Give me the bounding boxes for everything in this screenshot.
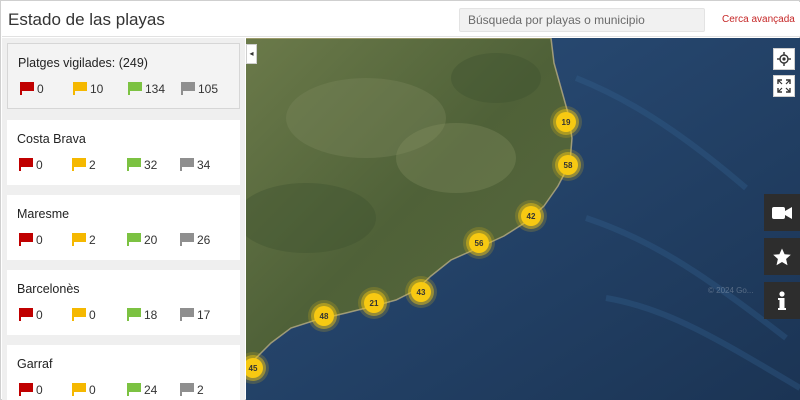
- satellite-map[interactable]: ◂ 19 58 42 56 43 21 48 45 © 2024 Go...: [246, 38, 800, 400]
- beach-cluster-marker[interactable]: 56: [469, 233, 489, 253]
- red-flag-icon: [19, 233, 33, 246]
- beach-cluster-marker[interactable]: 19: [556, 112, 576, 132]
- green-flag-count: 134: [145, 82, 166, 96]
- region-stats: 0 2 32 34: [17, 158, 237, 172]
- green-flag-count: 18: [144, 308, 158, 322]
- yellow-flag-icon: [72, 383, 86, 396]
- video-camera-icon: [772, 206, 792, 219]
- green-flag-count: 20: [144, 233, 158, 247]
- yellow-flag-icon: [72, 308, 86, 321]
- red-flag-count: 0: [36, 233, 43, 247]
- red-flag-count: 0: [36, 383, 43, 397]
- beach-cluster-marker[interactable]: 48: [314, 306, 334, 326]
- grey-flag-icon: [180, 308, 194, 321]
- header-bar: Estado de las playas Cerca avançada: [2, 2, 800, 37]
- grey-flag-icon: [180, 383, 194, 396]
- region-name: Garraf: [17, 357, 53, 371]
- grey-flag-count: 26: [197, 233, 211, 247]
- region-card-maresme[interactable]: Maresme 0 2 20 26: [7, 195, 240, 260]
- webcam-button[interactable]: [764, 194, 800, 231]
- green-flag-count: 32: [144, 158, 158, 172]
- region-card-barcelones[interactable]: Barcelonès 0 0 18 17: [7, 270, 240, 335]
- beach-cluster-marker[interactable]: 21: [364, 293, 384, 313]
- region-name: Maresme: [17, 207, 70, 221]
- locate-icon: [777, 52, 791, 66]
- summary-title: Platges vigilades: (249): [18, 56, 148, 70]
- beach-cluster-marker[interactable]: 58: [558, 155, 578, 175]
- info-icon: [778, 290, 786, 310]
- grey-flag-icon: [181, 82, 195, 95]
- locate-button[interactable]: [773, 48, 795, 70]
- favorites-button[interactable]: [764, 238, 800, 275]
- grey-flag-count: 105: [198, 82, 219, 96]
- green-flag-icon: [127, 233, 141, 246]
- yellow-flag-icon: [73, 82, 87, 95]
- yellow-flag-count: 10: [90, 82, 104, 96]
- region-stats: 0 0 18 17: [17, 308, 237, 322]
- red-flag-icon: [20, 82, 34, 95]
- grey-flag-icon: [180, 158, 194, 171]
- grey-flag-count: 17: [197, 308, 211, 322]
- beach-cluster-marker[interactable]: 43: [411, 282, 431, 302]
- fullscreen-button[interactable]: [773, 75, 795, 97]
- green-flag-count: 24: [144, 383, 158, 397]
- red-flag-icon: [19, 158, 33, 171]
- search-input[interactable]: [459, 8, 705, 32]
- grey-flag-count: 34: [197, 158, 211, 172]
- grey-flag-count: 2: [197, 383, 204, 397]
- red-flag-count: 0: [36, 308, 43, 322]
- green-flag-icon: [127, 383, 141, 396]
- fullscreen-icon: [777, 79, 791, 93]
- green-flag-icon: [127, 308, 141, 321]
- advanced-search-link[interactable]: Cerca avançada: [722, 14, 795, 25]
- region-name: Barcelonès: [17, 282, 80, 296]
- info-button[interactable]: [764, 282, 800, 319]
- app-frame: Estado de las playas Cerca avançada Plat…: [0, 0, 800, 400]
- region-card-garraf[interactable]: Garraf 0 0 24 2: [7, 345, 240, 400]
- beach-sidebar: Platges vigilades: (249) 0 10 134 105 Co…: [2, 38, 245, 400]
- green-flag-icon: [127, 158, 141, 171]
- yellow-flag-icon: [72, 158, 86, 171]
- red-flag-icon: [19, 383, 33, 396]
- red-flag-count: 0: [36, 158, 43, 172]
- region-card-costa-brava[interactable]: Costa Brava 0 2 32 34: [7, 120, 240, 185]
- region-name: Costa Brava: [17, 132, 86, 146]
- grey-flag-icon: [180, 233, 194, 246]
- region-stats: 0 0 24 2: [17, 383, 237, 397]
- yellow-flag-count: 2: [89, 158, 96, 172]
- region-stats: 0 2 20 26: [17, 233, 237, 247]
- yellow-flag-count: 0: [89, 383, 96, 397]
- summary-card: Platges vigilades: (249) 0 10 134 105: [7, 43, 240, 109]
- red-flag-count: 0: [37, 82, 44, 96]
- yellow-flag-icon: [72, 233, 86, 246]
- map-watermark: © 2024 Go...: [708, 286, 754, 295]
- summary-stats: 0 10 134 105: [18, 82, 238, 96]
- red-flag-icon: [19, 308, 33, 321]
- yellow-flag-count: 2: [89, 233, 96, 247]
- beach-cluster-marker[interactable]: 42: [521, 206, 541, 226]
- star-icon: [773, 248, 791, 265]
- collapse-sidebar-button[interactable]: ◂: [246, 44, 257, 64]
- yellow-flag-count: 0: [89, 308, 96, 322]
- green-flag-icon: [128, 82, 142, 95]
- page-title: Estado de las playas: [8, 10, 165, 29]
